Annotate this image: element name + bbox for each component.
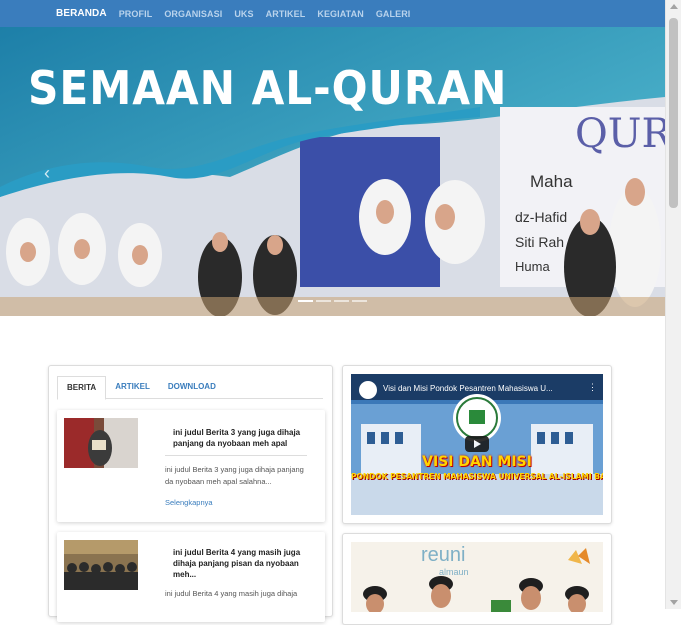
nav-item-kegiatan[interactable]: KEGIATAN xyxy=(317,9,363,19)
carousel-indicator-4[interactable] xyxy=(352,300,367,302)
svg-text:dz-Hafid: dz-Hafid xyxy=(515,209,567,225)
carousel-indicator-1[interactable] xyxy=(298,300,313,302)
nav-item-artikel[interactable]: ARTIKEL xyxy=(266,9,306,19)
more-vertical-icon[interactable]: ⋮ xyxy=(588,382,597,393)
nav-menu: BERANDA PROFIL ORGANISASI UKS ARTIKEL KE… xyxy=(56,0,422,27)
post-thumbnail[interactable] xyxy=(64,540,138,590)
tab-download[interactable]: DOWNLOAD xyxy=(159,376,225,398)
carousel-indicator-3[interactable] xyxy=(334,300,349,302)
scroll-up-icon[interactable] xyxy=(670,4,678,9)
hero-title: SEMAAN AL-QURAN xyxy=(28,61,508,115)
read-more-link[interactable]: Selengkapnya xyxy=(165,498,213,507)
news-tabs: BERITA ARTIKEL DOWNLOAD xyxy=(57,376,323,400)
page-scrollbar[interactable] xyxy=(665,0,681,609)
channel-logo[interactable] xyxy=(359,381,377,399)
carousel-indicators xyxy=(298,300,370,302)
svg-text:Huma: Huma xyxy=(515,259,550,274)
tab-artikel[interactable]: ARTIKEL xyxy=(106,376,159,398)
gallery-reuni-text: reuni xyxy=(421,544,466,566)
nav-item-uks[interactable]: UKS xyxy=(234,9,253,19)
carousel-indicator-2[interactable] xyxy=(316,300,331,302)
nav-item-beranda[interactable]: BERANDA xyxy=(56,8,107,19)
svg-text:Siti Rah: Siti Rah xyxy=(515,234,564,250)
news-tabs-card: BERITA ARTIKEL DOWNLOAD ini judul Berita… xyxy=(48,365,333,622)
nav-item-organisasi[interactable]: ORGANISASI xyxy=(164,9,222,19)
top-navbar: BERANDA PROFIL ORGANISASI UKS ARTIKEL KE… xyxy=(0,0,665,27)
svg-text:Maha: Maha xyxy=(530,172,573,191)
gallery-photo xyxy=(351,542,603,612)
post-thumbnail[interactable] xyxy=(64,418,138,468)
play-button-icon[interactable] xyxy=(465,436,489,452)
carousel-prev-icon[interactable]: ‹ xyxy=(44,163,50,184)
post-excerpt: ini judul Berita 4 yang masih juga dihaj… xyxy=(165,589,298,598)
video-card: Visi dan Misi Pondok Pesantren Mahasiswa… xyxy=(342,365,612,524)
nav-item-profil[interactable]: PROFIL xyxy=(119,9,153,19)
video-title[interactable]: Visi dan Misi Pondok Pesantren Mahasiswa… xyxy=(383,384,553,393)
nav-item-galeri[interactable]: GALERI xyxy=(376,9,411,19)
video-heading: VISI DAN MISI xyxy=(422,454,532,470)
hero-carousel: Maha dz-Hafid Siti Rah Huma QUR SEMAAN A… xyxy=(0,27,665,316)
scroll-down-icon[interactable] xyxy=(670,600,678,605)
youtube-video-embed[interactable]: Visi dan Misi Pondok Pesantren Mahasiswa… xyxy=(351,374,603,515)
scrollbar-thumb[interactable] xyxy=(669,18,678,208)
gallery-card: reuni almaun xyxy=(342,533,612,625)
gallery-almaun-text: almaun xyxy=(439,567,469,577)
post-excerpt: ini judul Berita 3 yang juga dihaja panj… xyxy=(165,465,304,486)
news-post-card[interactable]: ini judul Berita 3 yang juga dihaja panj… xyxy=(57,410,325,522)
post-title[interactable]: ini judul Berita 4 yang masih juga dihaj… xyxy=(173,547,313,580)
tab-berita[interactable]: BERITA xyxy=(57,376,107,400)
gallery-image[interactable]: reuni almaun xyxy=(351,542,603,612)
post-title[interactable]: ini judul Berita 3 yang juga dihaja panj… xyxy=(173,427,313,449)
svg-text:QUR: QUR xyxy=(575,111,665,157)
post-divider xyxy=(165,455,307,456)
video-subheading: PONDOK PESANTREN MAHASISWA UNIVERSAL AL-… xyxy=(351,472,603,481)
